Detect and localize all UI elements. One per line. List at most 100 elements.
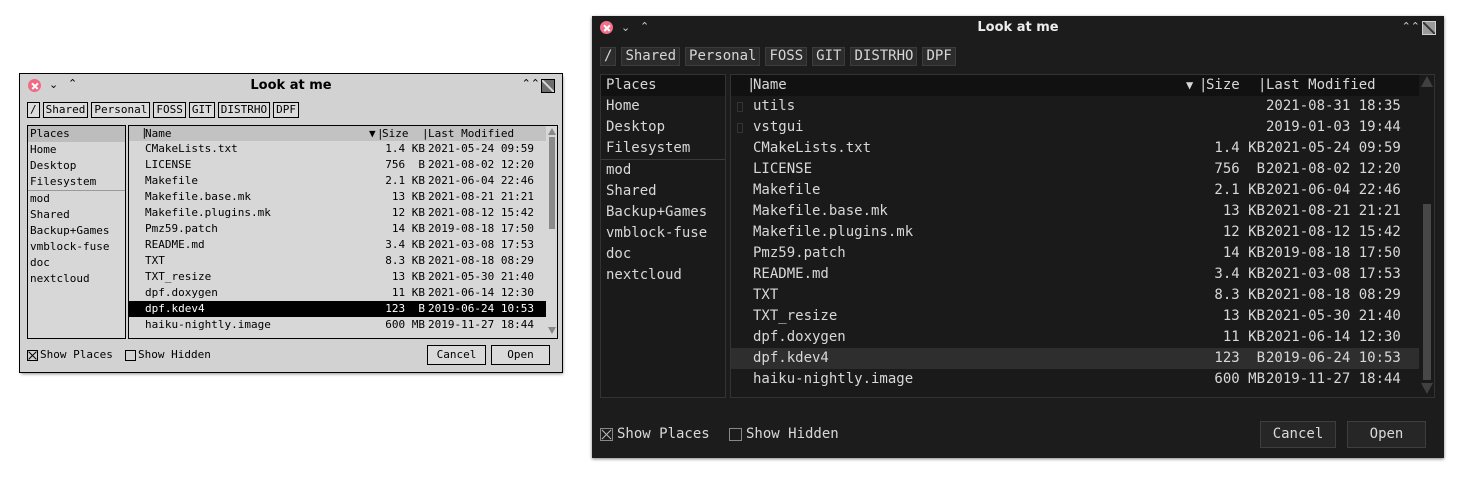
bookmark-item[interactable]: vmblock-fuse <box>601 223 725 244</box>
file-row[interactable]: dpf.doxygen 11 KB 2021-06-14 12:30 <box>129 285 546 301</box>
bookmark-item[interactable]: nextcloud <box>28 271 125 287</box>
path-button[interactable]: / <box>27 102 40 118</box>
path-button[interactable]: GIT <box>812 47 846 66</box>
vertical-scrollbar[interactable] <box>1421 76 1433 394</box>
column-modified-header[interactable]: Last Modified <box>1266 75 1376 96</box>
bookmark-item[interactable]: mod <box>601 159 725 181</box>
path-button[interactable]: Shared <box>621 47 681 66</box>
show-hidden-checkbox[interactable]: Show Hidden <box>729 426 839 443</box>
file-row[interactable]: Makefile.base.mk 13 KB 2021-08-21 21:21 <box>129 189 546 205</box>
file-row[interactable]: LICENSE 756 B 2021-08-02 12:20 <box>731 159 1419 180</box>
scroll-up-icon[interactable] <box>548 128 556 135</box>
file-row[interactable]: Makefile.plugins.mk 12 KB 2021-08-12 15:42 <box>731 222 1419 243</box>
sort-arrow-icon[interactable]: ▼ <box>369 126 376 141</box>
file-row[interactable]: TXT_resize 13 KB 2021-05-30 21:40 <box>129 269 546 285</box>
file-size: 13 KB <box>391 190 425 203</box>
title-bar[interactable]: ⌄ ⌃ Look at me ⌃⌃ <box>20 74 562 98</box>
file-row[interactable]: dpf.kdev4 123 B 2019-06-24 10:53 <box>731 348 1419 369</box>
shade-icon[interactable]: ⌃⌃ <box>522 78 540 89</box>
file-size: 756 B <box>1214 161 1265 177</box>
path-button[interactable]: FOSS <box>153 102 186 118</box>
file-row[interactable]: CMakeLists.txt 1.4 KB 2021-05-24 09:59 <box>129 141 546 157</box>
file-row[interactable]: dpf.kdev4 123 B 2019-06-24 10:53 <box>129 301 546 317</box>
checkbox-icon[interactable] <box>729 428 742 441</box>
file-row[interactable]: dpf.doxygen 11 KB 2021-06-14 12:30 <box>731 327 1419 348</box>
vertical-scrollbar[interactable] <box>548 128 556 334</box>
bookmark-item[interactable]: Backup+Games <box>601 202 725 223</box>
file-name: LICENSE <box>145 158 192 171</box>
open-button[interactable]: Open <box>491 345 550 365</box>
file-modified: 2021-08-18 08:29 <box>1266 287 1401 303</box>
file-row[interactable]: Makefile 2.1 KB 2021-06-04 22:46 <box>129 173 546 189</box>
place-desktop[interactable]: Desktop <box>28 158 125 174</box>
cancel-button[interactable]: Cancel <box>427 345 486 365</box>
column-name-header[interactable]: Name <box>145 126 172 141</box>
file-row[interactable]: haiku-nightly.image 600 MB 2019-11-27 18:4… <box>731 369 1419 390</box>
path-button[interactable]: FOSS <box>765 47 808 66</box>
file-row[interactable]: README.md 3.4 KB 2021-03-08 17:53 <box>129 237 546 253</box>
path-button[interactable]: Personal <box>91 102 151 118</box>
file-row[interactable]: Makefile.plugins.mk 12 KB 2021-08-12 15:42 <box>129 205 546 221</box>
path-button[interactable]: Shared <box>42 102 89 118</box>
place-desktop[interactable]: Desktop <box>601 117 725 138</box>
file-row[interactable]: Pmz59.patch 14 KB 2019-08-18 17:50 <box>731 243 1419 264</box>
file-row[interactable]: LICENSE 756 B 2021-08-02 12:20 <box>129 157 546 173</box>
file-list-header: | Name ▼ | Size | Last Modified <box>129 126 546 141</box>
bookmark-item[interactable]: Backup+Games <box>28 223 125 239</box>
checkbox-icon[interactable] <box>27 349 38 361</box>
bookmark-item[interactable]: Shared <box>28 207 125 223</box>
file-row[interactable]: CMakeLists.txt 1.4 KB 2021-05-24 09:59 <box>731 138 1419 159</box>
file-row[interactable]: utils 2021-08-31 18:35 <box>731 96 1419 117</box>
file-row[interactable]: haiku-nightly.image 600 MB 2019-11-27 18:4… <box>129 317 546 333</box>
path-button[interactable]: DPF <box>273 102 299 118</box>
column-size-header[interactable]: Size <box>382 126 409 141</box>
file-row[interactable]: TXT_resize 13 KB 2021-05-30 21:40 <box>731 306 1419 327</box>
show-places-checkbox[interactable]: Show Places <box>27 348 113 362</box>
bookmark-item[interactable]: Shared <box>601 181 725 202</box>
file-row[interactable]: README.md 3.4 KB 2021-03-08 17:53 <box>731 264 1419 285</box>
column-modified-header[interactable]: Last Modified <box>428 126 514 141</box>
column-size-header[interactable]: Size <box>1206 75 1240 96</box>
scroll-thumb[interactable] <box>549 137 555 229</box>
file-row[interactable]: TXT 8.3 KB 2021-08-18 08:29 <box>129 253 546 269</box>
sort-arrow-icon[interactable]: ▼ <box>1186 75 1193 96</box>
file-row[interactable]: Makefile 2.1 KB 2021-06-04 22:46 <box>731 180 1419 201</box>
checkbox-icon[interactable] <box>600 428 613 441</box>
bookmark-item[interactable]: nextcloud <box>601 265 725 286</box>
place-home[interactable]: Home <box>28 142 125 158</box>
place-home[interactable]: Home <box>601 96 725 117</box>
path-button[interactable]: DISTRHO <box>217 102 271 118</box>
scroll-down-icon[interactable] <box>1421 383 1433 394</box>
resize-icon[interactable] <box>1422 21 1436 35</box>
file-row[interactable]: TXT 8.3 KB 2021-08-18 08:29 <box>731 285 1419 306</box>
column-name-header[interactable]: Name <box>753 75 787 96</box>
scroll-down-icon[interactable] <box>548 327 556 334</box>
open-button[interactable]: Open <box>1347 421 1426 448</box>
file-row[interactable]: vstgui 2019-01-03 19:44 <box>731 117 1419 138</box>
show-places-checkbox[interactable]: Show Places <box>600 426 710 443</box>
path-button[interactable]: GIT <box>188 102 215 118</box>
scroll-up-icon[interactable] <box>1421 76 1433 87</box>
bookmark-item[interactable]: vmblock-fuse <box>28 239 125 255</box>
bookmark-item[interactable]: doc <box>28 255 125 271</box>
cancel-button[interactable]: Cancel <box>1260 421 1336 448</box>
place-filesystem[interactable]: Filesystem <box>28 174 125 190</box>
show-hidden-checkbox[interactable]: Show Hidden <box>125 348 211 362</box>
scroll-thumb[interactable] <box>1423 204 1431 380</box>
folder-icon <box>737 123 743 133</box>
bookmark-item[interactable]: mod <box>28 190 125 207</box>
bookmark-item[interactable]: doc <box>601 244 725 265</box>
path-button[interactable]: DPF <box>922 47 956 66</box>
file-modified: 2021-08-21 21:21 <box>1266 203 1401 219</box>
file-modified: 2021-05-30 21:40 <box>1266 308 1401 324</box>
path-button[interactable]: DISTRHO <box>850 47 918 66</box>
place-filesystem[interactable]: Filesystem <box>601 138 725 159</box>
path-button[interactable]: / <box>600 47 617 66</box>
file-row[interactable]: Makefile.base.mk 13 KB 2021-08-21 21:21 <box>731 201 1419 222</box>
resize-icon[interactable] <box>541 79 555 93</box>
file-name: dpf.doxygen <box>753 329 846 345</box>
path-button[interactable]: Personal <box>685 47 761 66</box>
shade-icon[interactable]: ⌃⌃ <box>1402 21 1420 32</box>
file-row[interactable]: Pmz59.patch 14 KB 2019-08-18 17:50 <box>129 221 546 237</box>
checkbox-icon[interactable] <box>125 349 136 361</box>
